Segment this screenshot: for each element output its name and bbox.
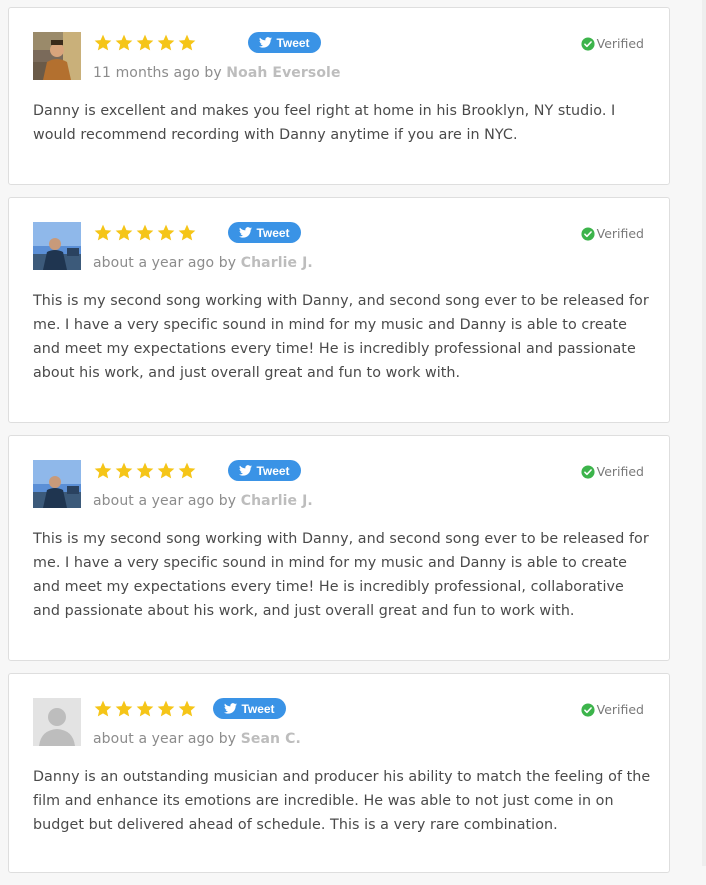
photo-avatar-icon (33, 32, 81, 80)
twitter-icon (239, 227, 253, 238)
review-meta: about a year ago by Sean C. (93, 731, 301, 747)
review-card: Tweet Verified about a year ago by Sean … (8, 673, 670, 873)
star-icon (177, 223, 197, 245)
star-icon (135, 223, 155, 245)
reviewer-avatar[interactable] (33, 222, 81, 270)
by-label: by (218, 731, 237, 747)
rating-stars (93, 699, 197, 721)
star-icon (93, 223, 113, 245)
reviewer-avatar[interactable] (33, 460, 81, 508)
scrollbar[interactable] (702, 0, 706, 866)
star-icon (156, 223, 176, 245)
star-icon (156, 33, 176, 55)
review-time: 11 months ago (93, 65, 200, 81)
by-label: by (218, 493, 237, 509)
default-avatar-icon (33, 698, 81, 746)
tweet-button[interactable]: Tweet (248, 32, 321, 53)
star-icon (156, 699, 176, 721)
star-icon (114, 33, 134, 55)
twitter-icon (224, 703, 238, 714)
review-body: Danny is an outstanding musician and pro… (33, 769, 651, 833)
tweet-label: Tweet (256, 225, 290, 240)
star-icon (135, 699, 155, 721)
verified-badge: Verified (581, 464, 644, 479)
review-time: about a year ago (93, 255, 215, 271)
verified-badge: Verified (581, 702, 644, 717)
tweet-label: Tweet (276, 35, 310, 50)
review-card: Tweet Verified about a year ago by Charl… (8, 197, 670, 423)
review-card: Tweet Verified about a year ago by Charl… (8, 435, 670, 661)
review-body: This is my second song working with Dann… (33, 531, 649, 619)
verified-label: Verified (596, 226, 644, 241)
verified-label: Verified (596, 702, 644, 717)
rating-stars (93, 461, 197, 483)
verified-badge: Verified (581, 36, 644, 51)
review-meta: 11 months ago by Noah Eversole (93, 65, 341, 81)
star-icon (177, 33, 197, 55)
review-author[interactable]: Charlie J. (241, 493, 313, 509)
star-icon (177, 461, 197, 483)
twitter-icon (239, 465, 253, 476)
review-meta: about a year ago by Charlie J. (93, 493, 313, 509)
rating-stars (93, 33, 197, 55)
review-time: about a year ago (93, 731, 215, 747)
star-icon (93, 33, 113, 55)
by-label: by (204, 65, 222, 81)
review-meta: about a year ago by Charlie J. (93, 255, 313, 271)
reviewer-avatar[interactable] (33, 32, 81, 80)
review-body: Danny is excellent and makes you feel ri… (33, 103, 616, 143)
star-icon (135, 33, 155, 55)
check-circle-icon (581, 226, 595, 241)
star-icon (156, 461, 176, 483)
by-label: by (218, 255, 237, 271)
reviews-list: Tweet Verified 11 months ago by Noah Eve… (8, 7, 670, 885)
photo-avatar-icon (33, 222, 81, 270)
check-circle-icon (581, 702, 595, 717)
review-time: about a year ago (93, 493, 215, 509)
reviewer-avatar[interactable] (33, 698, 81, 746)
check-circle-icon (581, 36, 595, 51)
twitter-icon (259, 37, 273, 48)
tweet-button[interactable]: Tweet (228, 222, 301, 243)
tweet-label: Tweet (241, 701, 275, 716)
star-icon (177, 699, 197, 721)
review-author[interactable]: Sean C. (241, 731, 301, 747)
verified-label: Verified (596, 36, 644, 51)
check-circle-icon (581, 464, 595, 479)
star-icon (114, 461, 134, 483)
verified-badge: Verified (581, 226, 644, 241)
tweet-button[interactable]: Tweet (228, 460, 301, 481)
star-icon (114, 223, 134, 245)
photo-avatar-icon (33, 460, 81, 508)
star-icon (93, 461, 113, 483)
review-author[interactable]: Charlie J. (241, 255, 313, 271)
tweet-button[interactable]: Tweet (213, 698, 286, 719)
star-icon (93, 699, 113, 721)
star-icon (135, 461, 155, 483)
star-icon (114, 699, 134, 721)
verified-label: Verified (596, 464, 644, 479)
rating-stars (93, 223, 197, 245)
tweet-label: Tweet (256, 463, 290, 478)
review-body: This is my second song working with Dann… (33, 293, 649, 381)
review-card: Tweet Verified 11 months ago by Noah Eve… (8, 7, 670, 185)
review-author[interactable]: Noah Eversole (226, 65, 340, 81)
